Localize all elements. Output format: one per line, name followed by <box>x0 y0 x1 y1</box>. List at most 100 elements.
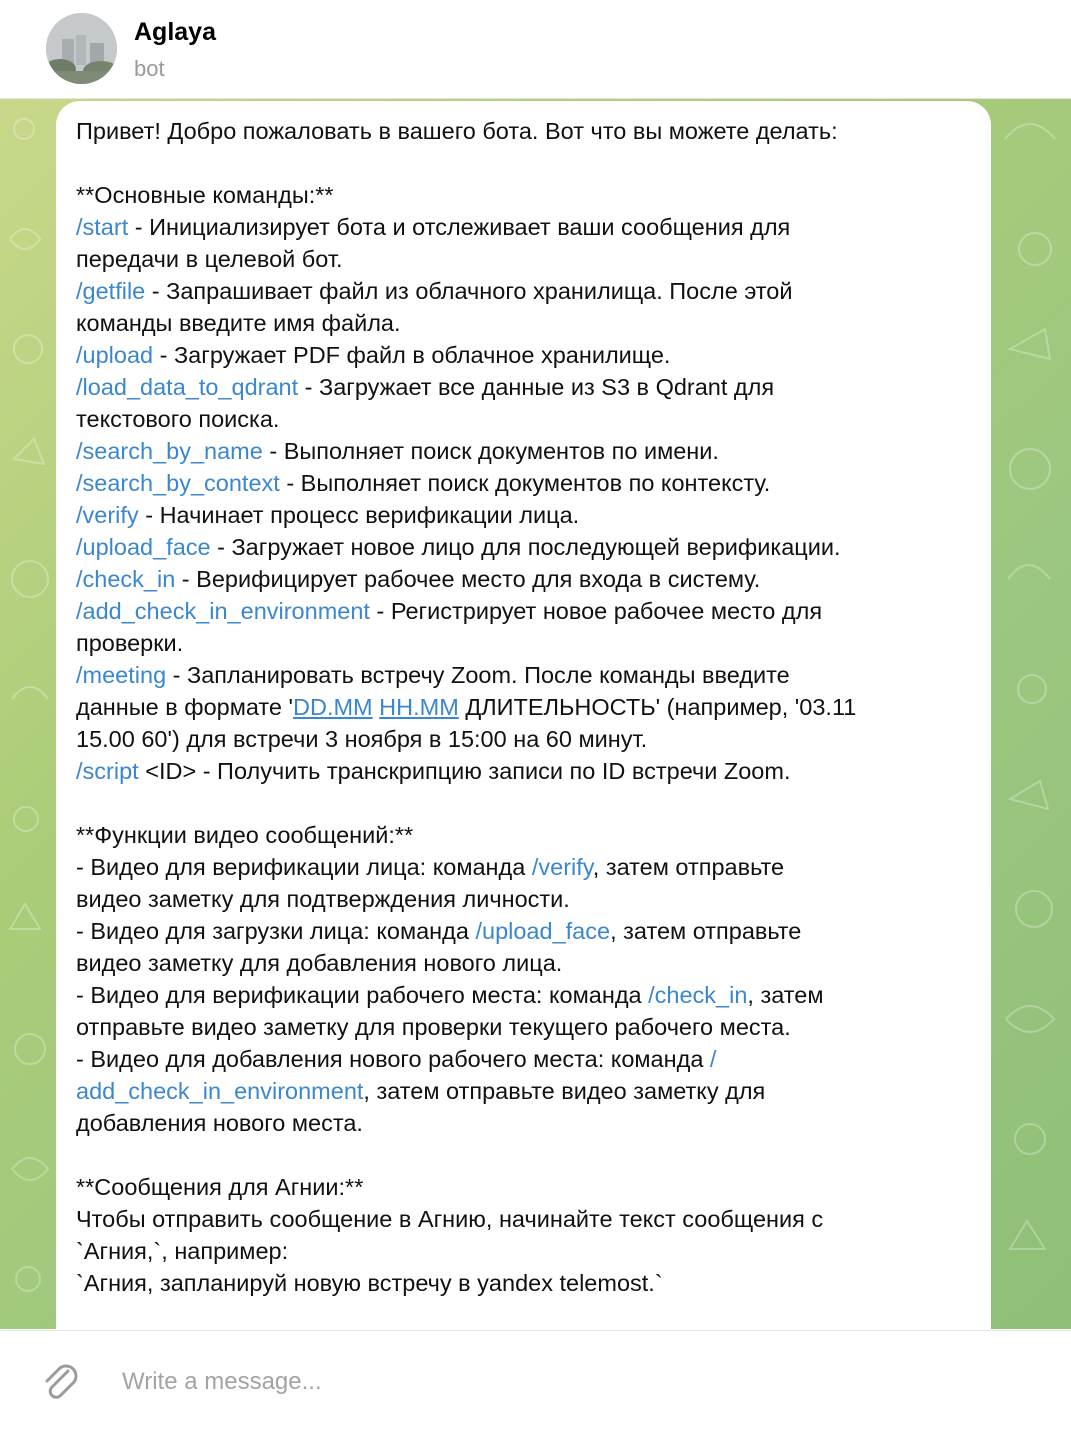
message-text-segment: - Выполняет поиск документов по контекст… <box>279 470 771 496</box>
message-line: /check_in - Верифицирует рабочее место д… <box>76 563 976 595</box>
message-text-segment: - Выполняет поиск документов по имени. <box>262 438 719 464</box>
avatar-image <box>46 13 117 84</box>
command-link[interactable]: /start <box>76 214 128 240</box>
message-text-segment: - Запрашивает файл из облачного хранилищ… <box>145 278 793 304</box>
message-text-segment: - Загружает все данные из S3 в Qdrant дл… <box>298 374 775 400</box>
message-line: текстового поиска. <box>76 403 976 435</box>
message-text-segment: - Начинает процесс верификации лица. <box>138 502 580 528</box>
message-line: /getfile - Запрашивает файл из облачного… <box>76 275 976 307</box>
message-text-segment: видео заметку для добавления нового лица… <box>76 950 563 976</box>
message-text-segment: ДЛИТЕЛЬНОСТЬ' (например, '03.11 <box>458 694 857 720</box>
message-text-segment: 15.00 60') для встречи 3 ноября в 15:00 … <box>76 726 648 752</box>
message-text: Привет! Добро пожаловать в вашего бота. … <box>76 115 976 1299</box>
message-text-segment: `Агния,`, например: <box>76 1238 289 1264</box>
message-text-segment: - Видео для верификации лица: команда <box>76 854 532 880</box>
message-line: добавления нового места. <box>76 1107 976 1139</box>
message-text-segment: - Запланировать встречу Zoom. После кома… <box>166 662 790 688</box>
message-text-segment: отправьте видео заметку для проверки тек… <box>76 1014 791 1040</box>
message-text-segment: - Инициализирует бота и отслеживает ваши… <box>128 214 791 240</box>
message-line: `Агния, запланируй новую встречу в yande… <box>76 1267 976 1299</box>
message-line: **Сообщения для Агнии:** <box>76 1171 976 1203</box>
command-link[interactable]: /script <box>76 758 139 784</box>
inline-link[interactable]: DD.MM <box>293 694 373 720</box>
message-line: /script <ID> - Получить транскрипцию зап… <box>76 755 976 787</box>
message-line: Чтобы отправить сообщение в Агнию, начин… <box>76 1203 976 1235</box>
command-link[interactable]: /upload <box>76 342 153 368</box>
message-line: add_check_in_environment, затем отправьт… <box>76 1075 976 1107</box>
chat-header: Aglaya bot <box>0 0 1071 99</box>
message-line: 15.00 60') для встречи 3 ноября в 15:00 … <box>76 723 976 755</box>
composer-bar <box>0 1330 1071 1430</box>
message-line: /verify - Начинает процесс верификации л… <box>76 499 976 531</box>
message-line: **Основные команды:** <box>76 179 976 211</box>
message-text-segment: , затем отправьте <box>610 918 802 944</box>
command-link[interactable]: /search_by_name <box>76 438 263 464</box>
message-line: отправьте видео заметку для проверки тек… <box>76 1011 976 1043</box>
message-text-segment: **Сообщения для Агнии:** <box>76 1174 364 1200</box>
message-text-segment: **Функции видео сообщений:** <box>76 822 414 848</box>
message-line: `Агния,`, например: <box>76 1235 976 1267</box>
command-link[interactable]: /check_in <box>648 982 747 1008</box>
message-line: **Функции видео сообщений:** <box>76 819 976 851</box>
message-text-segment: - Верифицирует рабочее место для входа в… <box>175 566 761 592</box>
message-text-segment: - Загружает PDF файл в облачное хранилищ… <box>153 342 671 368</box>
message-text-segment: - Загружает новое лицо для последующей в… <box>210 534 841 560</box>
command-link[interactable]: add_check_in_environment <box>76 1078 363 1104</box>
message-line: Привет! Добро пожаловать в вашего бота. … <box>76 115 976 147</box>
message-line: видео заметку для добавления нового лица… <box>76 947 976 979</box>
message-line: /upload_face - Загружает новое лицо для … <box>76 531 976 563</box>
message-text-segment: Привет! Добро пожаловать в вашего бота. … <box>76 118 838 144</box>
inline-link[interactable]: HH.MM <box>379 694 459 720</box>
message-line: /load_data_to_qdrant - Загружает все дан… <box>76 371 976 403</box>
command-link[interactable]: /load_data_to_qdrant <box>76 374 298 400</box>
message-line: передачи в целевой бот. <box>76 243 976 275</box>
message-text-segment: добавления нового места. <box>76 1110 363 1136</box>
command-link[interactable]: /add_check_in_environment <box>76 598 370 624</box>
command-link[interactable]: / <box>710 1046 717 1072</box>
message-line: /add_check_in_environment - Регистрирует… <box>76 595 976 627</box>
message-text-segment: **Основные команды:** <box>76 182 334 208</box>
command-link[interactable]: /verify <box>532 854 593 880</box>
message-input[interactable] <box>110 1355 1024 1409</box>
avatar[interactable] <box>46 13 117 84</box>
message-text-segment: команды введите имя файла. <box>76 310 401 336</box>
message-text-segment: передачи в целевой бот. <box>76 246 343 272</box>
message-line: /meeting - Запланировать встречу Zoom. П… <box>76 659 976 691</box>
message-text-segment: , затем отправьте <box>592 854 785 880</box>
paperclip-icon[interactable] <box>38 1359 84 1405</box>
message-text-segment: - Регистрирует новое рабочее место для <box>369 598 823 624</box>
message-text-segment: - Видео для загрузки лица: команда <box>76 918 476 944</box>
message-line: /search_by_context - Выполняет поиск док… <box>76 467 976 499</box>
message-text-segment: , затем отправьте видео заметку для <box>363 1078 766 1104</box>
message-line: данные в формате 'DD.MM HH.MM ДЛИТЕЛЬНОС… <box>76 691 976 723</box>
command-link[interactable]: /upload_face <box>475 918 610 944</box>
message-text-segment: , затем <box>747 982 824 1008</box>
command-link[interactable]: /check_in <box>76 566 175 592</box>
command-link[interactable]: /meeting <box>76 662 166 688</box>
message-line: проверки. <box>76 627 976 659</box>
message-text-segment: видео заметку для подтверждения личности… <box>76 886 570 912</box>
message-text-segment: текстового поиска. <box>76 406 280 432</box>
message-text-segment: - Видео для добавления нового рабочего м… <box>76 1046 710 1072</box>
message-line: - Видео для верификации рабочего места: … <box>76 979 976 1011</box>
message-line: - Видео для загрузки лица: команда /uplo… <box>76 915 976 947</box>
command-link[interactable]: /upload_face <box>76 534 211 560</box>
message-text-segment: <ID> - Получить транскрипцию записи по I… <box>138 758 791 784</box>
message-text-segment: проверки. <box>76 630 184 656</box>
command-link[interactable]: /search_by_context <box>76 470 280 496</box>
command-link[interactable]: /verify <box>76 502 139 528</box>
chat-title[interactable]: Aglaya <box>134 18 216 47</box>
message-text-segment: - Видео для верификации рабочего места: … <box>76 982 649 1008</box>
message-line: /search_by_name - Выполняет поиск докуме… <box>76 435 976 467</box>
message-text-segment: данные в формате ' <box>76 694 294 720</box>
chat-status: bot <box>134 56 165 81</box>
message-line: - Видео для добавления нового рабочего м… <box>76 1043 976 1075</box>
message-text-segment: Чтобы отправить сообщение в Агнию, начин… <box>76 1206 824 1232</box>
command-link[interactable]: /getfile <box>76 278 145 304</box>
message-line: - Видео для верификации лица: команда /v… <box>76 851 976 883</box>
message-line: видео заметку для подтверждения личности… <box>76 883 976 915</box>
message-text-segment: `Агния, запланируй новую встречу в yande… <box>76 1270 663 1296</box>
